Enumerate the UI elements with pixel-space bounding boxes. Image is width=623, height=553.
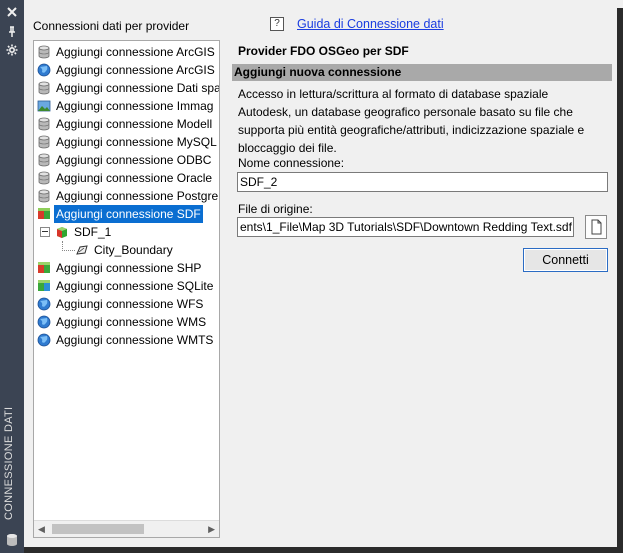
connection-name-input[interactable]: SDF_2 [237, 172, 608, 192]
scroll-right-icon[interactable]: ▶ [208, 524, 215, 535]
tree-item-label: Aggiungi connessione Immag [56, 99, 214, 113]
tree-connector [62, 241, 75, 251]
image-icon [37, 99, 51, 113]
help-link[interactable]: Guida di Connessione dati [297, 17, 444, 31]
section-header: Aggiungi nuova connessione [232, 64, 612, 81]
scroll-left-icon[interactable]: ◀ [38, 524, 45, 535]
database-icon [5, 533, 19, 547]
sdf-icon [37, 207, 51, 221]
collapse-icon[interactable] [40, 227, 50, 237]
polygon-layer-icon [75, 243, 89, 257]
database-icon [37, 189, 51, 203]
help-icon[interactable]: ? [270, 17, 284, 31]
tree-item[interactable]: Aggiungi connessione SHP [34, 259, 219, 277]
connection-name-label: Nome connessione: [238, 156, 345, 170]
pin-icon[interactable] [5, 26, 19, 40]
tree-item-label: Aggiungi connessione ArcGIS [56, 45, 215, 59]
settings-icon[interactable] [5, 44, 19, 58]
description-line: Autodesk, un database geografico persona… [238, 105, 573, 119]
database-icon [37, 153, 51, 167]
tree-item[interactable]: Aggiungi connessione Postgre [34, 187, 219, 205]
data-connect-panel: Connessioni dati per provider ? Guida di… [24, 8, 617, 547]
browse-button[interactable] [585, 215, 607, 239]
tree-item-label: Aggiungi connessione Modell [56, 117, 213, 131]
tree-item-label: Aggiungi connessione Oracle [56, 171, 213, 185]
palette-title: CONNESSIONE DATI [3, 406, 15, 520]
globe-icon [37, 63, 51, 77]
tree-item-label: Aggiungi connessione WMTS [56, 333, 214, 347]
description-line: supporta più entità geografiche/attribut… [238, 123, 585, 137]
tree-item[interactable]: Aggiungi connessione Immag [34, 97, 219, 115]
database-icon [37, 171, 51, 185]
tree-item-label: Aggiungi connessione ArcGIS [56, 63, 215, 77]
database-icon [37, 117, 51, 131]
top-border [24, 0, 623, 8]
tree-item[interactable]: Aggiungi connessione WMTS [34, 331, 219, 349]
tree-item[interactable]: Aggiungi connessione WFS [34, 295, 219, 313]
connect-button[interactable]: Connetti [523, 248, 608, 272]
tree-item[interactable]: City_Boundary [34, 241, 219, 259]
tree-item[interactable]: Aggiungi connessione ODBC [34, 151, 219, 169]
tree-item-label: SDF_1 [74, 225, 112, 239]
horizontal-scrollbar[interactable]: ◀ ▶ [34, 520, 219, 537]
tree-item-label: Aggiungi connessione SHP [56, 261, 202, 275]
scroll-thumb[interactable] [52, 524, 144, 534]
tree-item-label: Aggiungi connessione Postgre [56, 189, 219, 203]
sqlite-icon [37, 279, 51, 293]
tree-item-label: Aggiungi connessione WFS [56, 297, 204, 311]
database-icon [37, 45, 51, 59]
tree-item-label: Aggiungi connessione SDF [54, 205, 203, 223]
tree-item[interactable]: Aggiungi connessione SQLite [34, 277, 219, 295]
tree-item[interactable]: Aggiungi connessione Modell [34, 115, 219, 133]
database-icon [37, 81, 51, 95]
description-line: Accesso in lettura/scrittura al formato … [238, 87, 549, 101]
provider-description: Accesso in lettura/scrittura al formato … [238, 85, 598, 157]
tree-item[interactable]: Aggiungi connessione WMS [34, 313, 219, 331]
tree-item[interactable]: Aggiungi connessione MySQL [34, 133, 219, 151]
tree-item[interactable]: Aggiungi connessione ArcGIS [34, 43, 219, 61]
sdf-cube-icon [55, 225, 69, 239]
tree-item[interactable]: Aggiungi connessione Dati spa [34, 79, 219, 97]
source-file-label: File di origine: [238, 202, 313, 216]
shp-icon [37, 261, 51, 275]
panel-title: Connessioni dati per provider [33, 19, 190, 33]
tree-item-label: Aggiungi connessione MySQL [56, 135, 217, 149]
tree-item-label: Aggiungi connessione SQLite [56, 279, 214, 293]
side-strip: CONNESSIONE DATI [0, 0, 24, 553]
tree-item-label: Aggiungi connessione WMS [56, 315, 207, 329]
tree-item-label: Aggiungi connessione Dati spa [56, 81, 220, 95]
globe-icon [37, 297, 51, 311]
tree-item[interactable]: Aggiungi connessione ArcGIS [34, 61, 219, 79]
description-line: bloccaggio dei file. [238, 141, 337, 155]
tree-item[interactable]: SDF_1 [34, 223, 219, 241]
globe-icon [37, 333, 51, 347]
globe-icon [37, 315, 51, 329]
tree-item-label: Aggiungi connessione ODBC [56, 153, 212, 167]
tree-item[interactable]: Aggiungi connessione Oracle [34, 169, 219, 187]
provider-title: Provider FDO OSGeo per SDF [238, 44, 409, 58]
close-icon[interactable] [5, 6, 19, 20]
provider-tree[interactable]: Aggiungi connessione ArcGIS Aggiungi conn… [33, 40, 220, 538]
tree-item[interactable]: Aggiungi connessione SDF [34, 205, 219, 223]
database-icon [37, 135, 51, 149]
file-icon [591, 219, 602, 235]
source-file-input[interactable]: ents\1_File\Map 3D Tutorials\SDF\Downtow… [237, 217, 574, 237]
tree-item-label: City_Boundary [94, 243, 173, 257]
